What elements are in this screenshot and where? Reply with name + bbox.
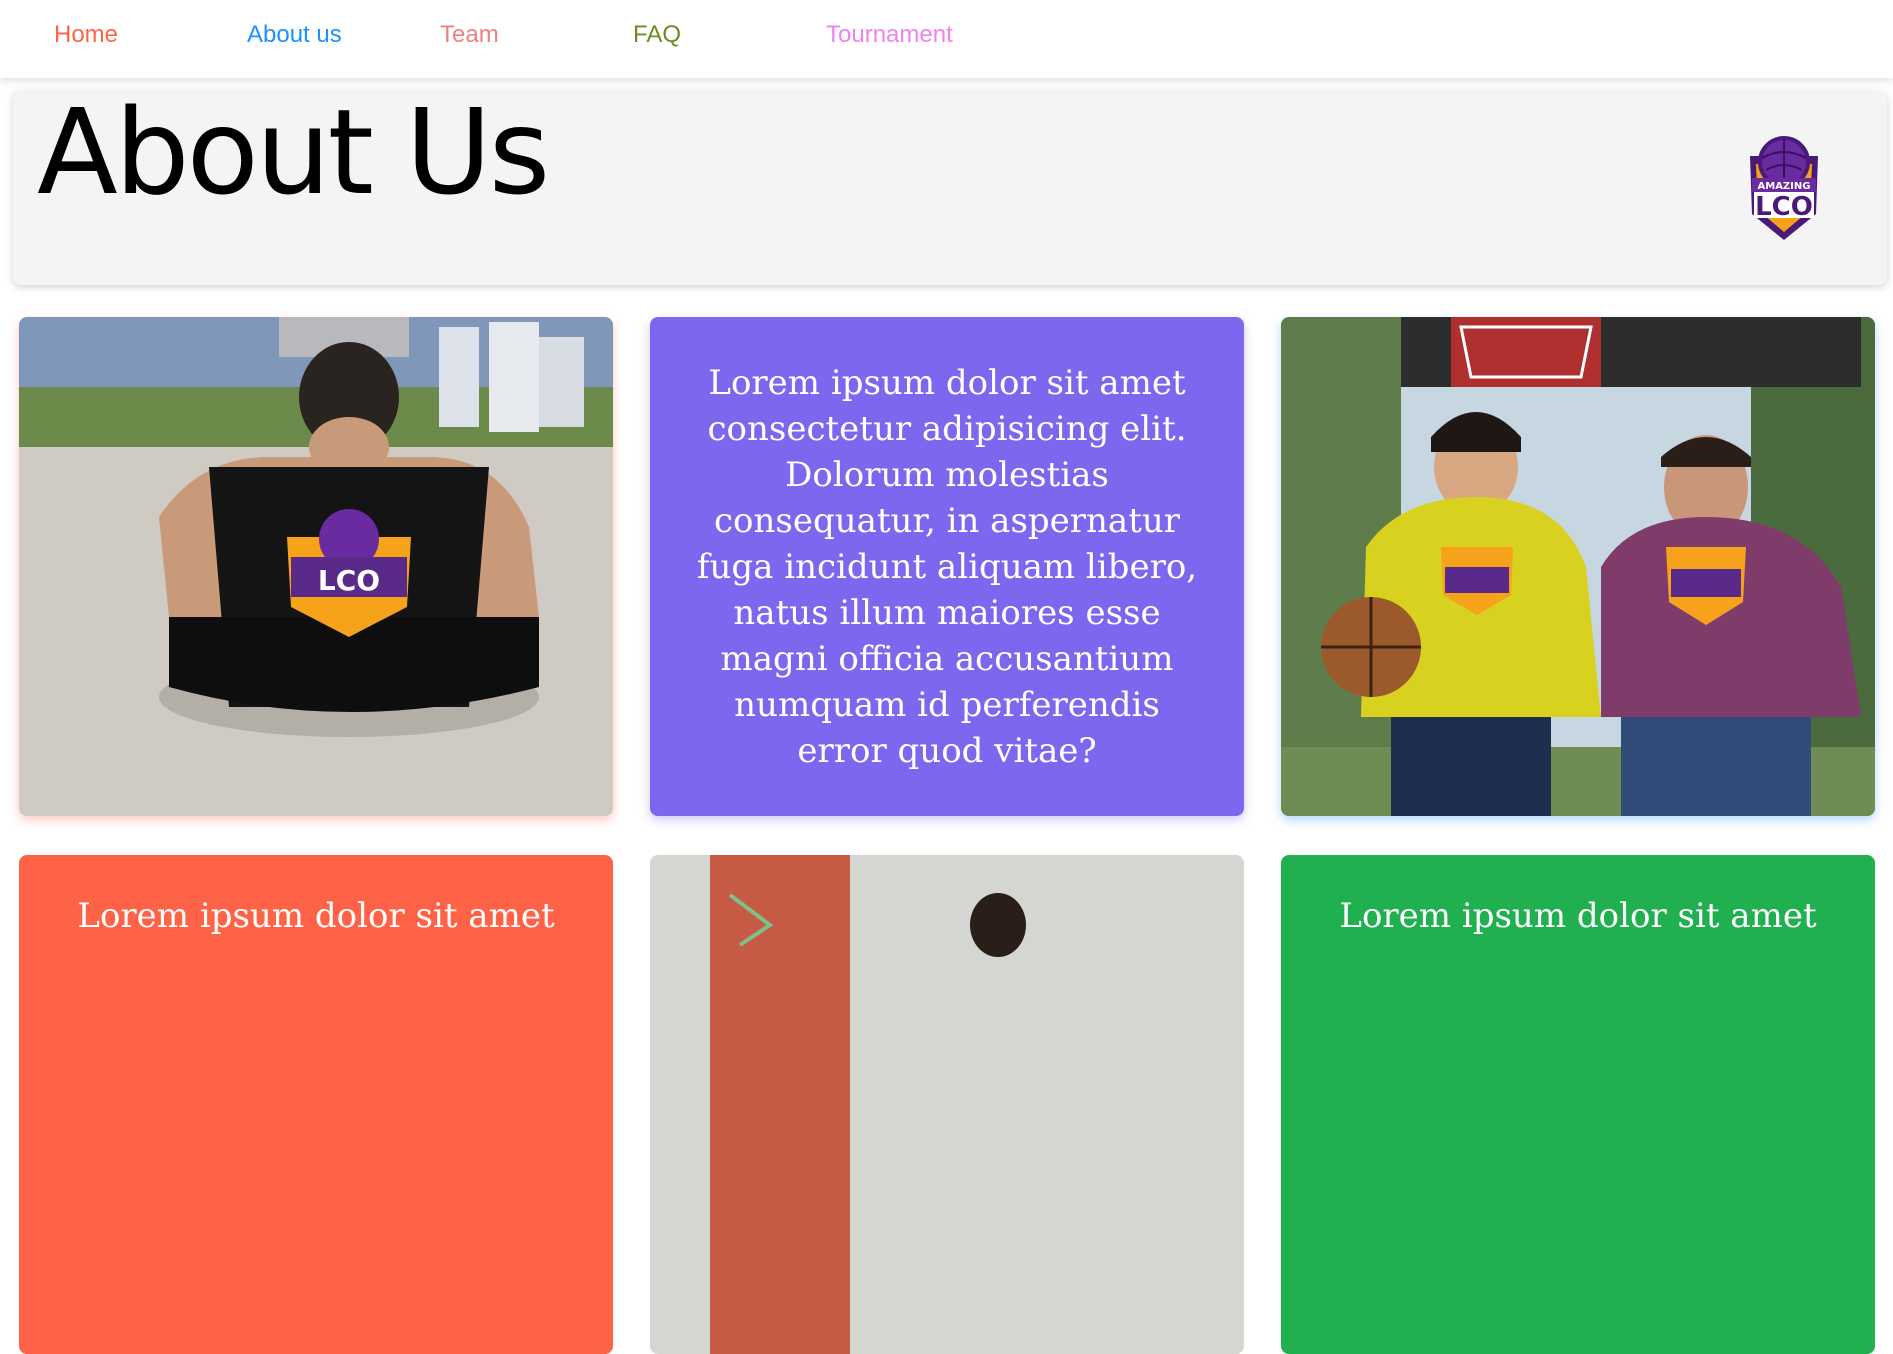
page-title: About Us xyxy=(37,83,550,221)
lco-logo: AMAZING LCO xyxy=(1732,134,1836,246)
nav-about-us[interactable]: About us xyxy=(247,21,342,49)
nav-home[interactable]: Home xyxy=(54,21,118,49)
nav-team[interactable]: Team xyxy=(440,21,499,49)
nav-tournament[interactable]: Tournament xyxy=(826,21,953,49)
page-header: About Us AMAZING LCO xyxy=(13,91,1887,285)
svg-text:LCO: LCO xyxy=(318,564,380,597)
top-navbar: Home About us Team FAQ Tournament xyxy=(0,0,1893,78)
two-men-hoodies-image xyxy=(1281,317,1875,816)
svg-text:AMAZING: AMAZING xyxy=(1758,181,1811,192)
svg-text:LCO: LCO xyxy=(1755,192,1813,222)
text-card-purple: Lorem ipsum dolor sit amet consectetur a… xyxy=(650,317,1244,816)
nav-faq[interactable]: FAQ xyxy=(633,21,681,49)
photo-card-man-tank-top: LCO xyxy=(19,317,613,816)
card-text-purple: Lorem ipsum dolor sit amet consectetur a… xyxy=(696,362,1198,771)
card-text-tomato: Lorem ipsum dolor sit amet xyxy=(77,896,555,936)
photo-card-two-men-hoodies xyxy=(1281,317,1875,816)
man-in-tank-top-image: LCO xyxy=(19,317,613,816)
card-text-green: Lorem ipsum dolor sit amet xyxy=(1339,896,1817,936)
